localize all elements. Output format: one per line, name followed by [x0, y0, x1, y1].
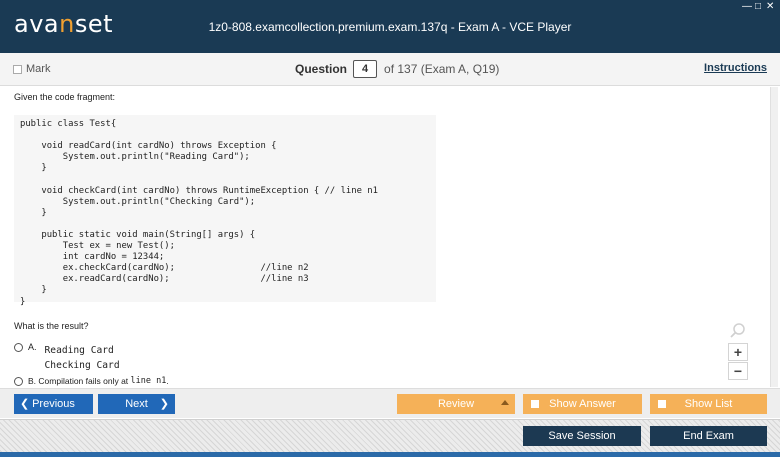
option-b-text-pre: Compilation fails only at	[38, 376, 129, 386]
vertical-scrollbar[interactable]	[770, 87, 778, 387]
save-session-button[interactable]: Save Session	[523, 426, 641, 446]
question-bar: Mark Question 4 of 137 (Exam A, Q19) Ins…	[0, 53, 780, 86]
question-number-input[interactable]: 4	[353, 60, 378, 78]
question-label: Question	[295, 62, 348, 76]
question-navigator: Question 4 of 137 (Exam A, Q19)	[295, 60, 499, 78]
previous-button[interactable]: ❮ Previous	[14, 394, 93, 414]
question-text: What is the result?	[14, 321, 89, 331]
show-list-button[interactable]: Show List	[650, 394, 767, 414]
question-intro: Given the code fragment:	[14, 92, 116, 102]
navigation-bar: ❮ Previous Next ❯ Review Show Answer Sho…	[0, 388, 780, 418]
option-a-letter: A.	[28, 342, 37, 352]
review-label: Review	[437, 398, 475, 410]
show-list-label: Show List	[684, 398, 733, 410]
checkbox-icon[interactable]	[13, 64, 22, 74]
window-controls: — □ ✕	[742, 2, 774, 12]
option-a[interactable]: A. Reading Card Checking Card	[14, 342, 120, 373]
next-label: Next	[125, 398, 148, 410]
mark-checkbox[interactable]: Mark	[13, 63, 50, 75]
mark-label: Mark	[26, 63, 51, 75]
title-bar: avanset 1z0-808.examcollection.premium.e…	[0, 0, 780, 53]
checkbox-icon	[531, 400, 539, 408]
chevron-right-icon: ❯	[159, 398, 169, 410]
next-button[interactable]: Next ❯	[98, 394, 175, 414]
option-b-letter: B.	[28, 376, 37, 386]
show-answer-label: Show Answer	[549, 398, 616, 410]
question-content: Given the code fragment: public class Te…	[0, 87, 770, 387]
instructions-link[interactable]: Instructions	[704, 62, 767, 74]
bottom-accent-strip	[0, 452, 780, 457]
minimize-icon[interactable]: —	[742, 2, 752, 12]
chevron-left-icon: ❮	[20, 398, 30, 410]
checkbox-icon	[658, 400, 666, 408]
window-title: 1z0-808.examcollection.premium.exam.137q…	[208, 20, 572, 34]
caret-up-icon	[501, 400, 509, 405]
zoom-out-button[interactable]: −	[728, 362, 748, 380]
radio-button-b[interactable]	[14, 377, 23, 386]
option-b-code: line n1	[130, 376, 167, 386]
code-text: public class Test{ void readCard(int car…	[20, 119, 378, 307]
radio-button-a[interactable]	[14, 343, 23, 352]
previous-label: Previous	[32, 398, 75, 410]
review-button[interactable]: Review	[397, 394, 515, 414]
end-exam-button[interactable]: End Exam	[650, 426, 767, 446]
zoom-in-button[interactable]: +	[728, 343, 748, 361]
option-a-text: Reading Card Checking Card	[44, 345, 120, 371]
option-b-text-post: .	[166, 376, 169, 386]
show-answer-button[interactable]: Show Answer	[523, 394, 642, 414]
zoom-magnifier-icon	[730, 323, 745, 338]
question-count: of 137 (Exam A, Q19)	[384, 62, 500, 76]
maximize-icon[interactable]: □	[754, 2, 762, 12]
close-icon[interactable]: ✕	[766, 2, 774, 12]
code-block: public class Test{ void readCard(int car…	[14, 115, 436, 307]
option-b[interactable]: B. Compilation fails only at line n1.	[14, 376, 169, 386]
